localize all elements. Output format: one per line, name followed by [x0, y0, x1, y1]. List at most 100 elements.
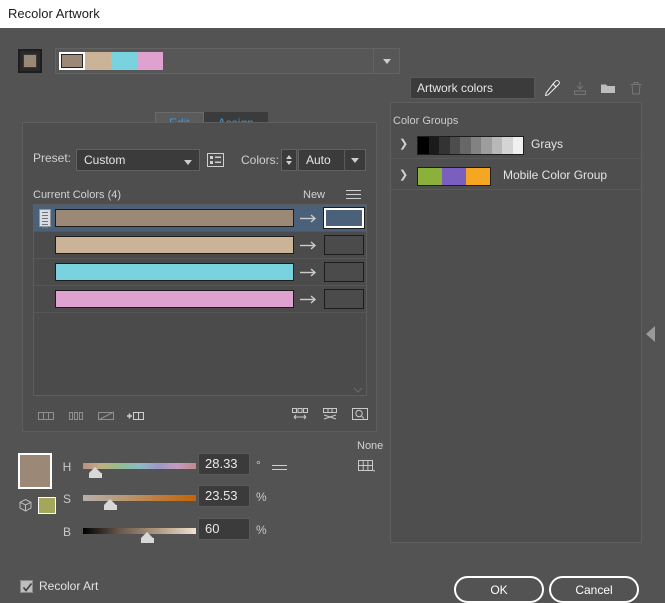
group-swatch[interactable]	[460, 137, 471, 154]
strip-swatch[interactable]	[85, 52, 111, 70]
color-list-icon[interactable]	[206, 151, 225, 169]
group-swatch-strip[interactable]	[417, 136, 524, 155]
hsb-channel-label: B	[62, 525, 71, 539]
color-row[interactable]	[34, 205, 366, 232]
source-color-swatch[interactable]	[55, 209, 294, 227]
new-color-group-icon[interactable]	[598, 78, 618, 98]
chevron-down-icon	[351, 158, 359, 163]
chevron-down-icon	[184, 160, 192, 165]
preset-value: Custom	[84, 153, 126, 167]
hsb-slider-thumb[interactable]	[89, 467, 103, 478]
maps-to-arrow-icon	[300, 241, 318, 250]
hsb-slider-track[interactable]	[83, 528, 196, 534]
delete-icon[interactable]	[626, 78, 646, 98]
group-swatch[interactable]	[418, 137, 429, 154]
color-group-row[interactable]: ❯ Mobile Color Group	[391, 161, 641, 190]
strip-swatch[interactable]	[111, 52, 137, 70]
merge-colors-icon[interactable]	[36, 406, 56, 424]
group-swatch[interactable]	[491, 137, 502, 154]
color-row[interactable]	[34, 286, 366, 313]
group-swatch[interactable]	[428, 137, 439, 154]
recolor-art-checkbox[interactable]	[20, 580, 33, 593]
colors-label: Colors:	[241, 153, 280, 167]
source-color-swatch[interactable]	[55, 236, 294, 254]
add-row-icon[interactable]	[126, 406, 146, 424]
hsb-slider-thumb[interactable]	[141, 532, 155, 543]
hsb-channel-label: H	[62, 460, 72, 474]
active-color-fill	[23, 54, 37, 68]
color-reduction-options-icon[interactable]	[350, 405, 370, 423]
target-color-swatch[interactable]	[324, 262, 364, 282]
secondary-color-swatch[interactable]	[38, 497, 56, 514]
maps-to-arrow-icon	[300, 295, 318, 304]
color-group-tools[interactable]	[542, 78, 646, 98]
current-colors-list[interactable]	[33, 204, 367, 396]
colors-dropdown-button[interactable]	[344, 149, 366, 171]
separate-colors-icon[interactable]	[66, 406, 86, 424]
hsb-menu-icon[interactable]	[272, 465, 287, 473]
stepper-up-icon[interactable]	[286, 155, 292, 159]
randomize-saturation-icon[interactable]	[320, 405, 340, 423]
randomize-order-icon[interactable]	[290, 405, 310, 423]
color-mode-cube-icon[interactable]	[18, 498, 33, 513]
hsb-unit-label: %	[256, 523, 267, 537]
chevron-right-icon[interactable]: ❯	[399, 170, 408, 181]
color-group-row[interactable]: ❯ Grays	[391, 130, 641, 159]
recolor-artwork-dialog: Edit Assign Preset: Custom Colors: Auto …	[0, 28, 665, 603]
strip-swatch[interactable]	[59, 52, 85, 70]
color-row[interactable]	[34, 232, 366, 259]
group-swatch[interactable]	[442, 168, 466, 185]
group-swatch[interactable]	[439, 137, 450, 154]
panel-menu-icon[interactable]	[346, 190, 361, 201]
group-swatch[interactable]	[502, 137, 513, 154]
source-color-swatch[interactable]	[55, 290, 294, 308]
strip-swatch[interactable]	[137, 52, 163, 70]
preset-select[interactable]: Custom	[76, 149, 200, 171]
group-name: Grays	[531, 137, 564, 151]
cancel-button[interactable]: Cancel	[549, 576, 639, 603]
hsb-slider-thumb[interactable]	[104, 499, 118, 510]
color-swatch-grid-icon[interactable]	[357, 458, 377, 474]
exclude-color-icon[interactable]	[96, 406, 116, 424]
chevron-right-icon[interactable]: ❯	[399, 139, 408, 150]
eyedropper-icon[interactable]	[542, 78, 562, 98]
group-swatch-strip[interactable]	[417, 167, 491, 186]
hsb-value-input[interactable]: 60	[198, 518, 250, 540]
active-color-swatch[interactable]	[18, 49, 42, 73]
source-color-swatch[interactable]	[55, 263, 294, 281]
assign-right-tools[interactable]	[290, 405, 370, 423]
group-swatch[interactable]	[481, 137, 492, 154]
collapse-panel-icon[interactable]	[646, 326, 655, 342]
color-row[interactable]	[34, 259, 366, 286]
hsb-value-input[interactable]: 23.53	[198, 485, 250, 507]
hsb-unit-label: °	[256, 458, 261, 472]
color-groups-label: Color Groups	[393, 115, 459, 127]
color-preview-swatch[interactable]	[18, 453, 52, 489]
hsb-value-input[interactable]: 28.33	[198, 453, 250, 475]
row-drag-handle[interactable]	[39, 209, 51, 228]
window-title: Recolor Artwork	[8, 6, 100, 21]
color-group-dropdown-button[interactable]	[373, 49, 399, 73]
color-group-strip-swatches[interactable]	[59, 52, 163, 70]
list-scroll-indicator[interactable]	[353, 383, 363, 393]
target-color-swatch[interactable]	[324, 235, 364, 255]
group-swatch[interactable]	[418, 168, 442, 185]
target-color-swatch[interactable]	[323, 207, 365, 229]
save-swatches-icon[interactable]	[570, 78, 590, 98]
group-swatch[interactable]	[466, 168, 490, 185]
group-swatch[interactable]	[470, 137, 481, 154]
group-swatch[interactable]	[449, 137, 460, 154]
ok-button[interactable]: OK	[454, 576, 544, 603]
new-colors-label: New	[303, 189, 326, 201]
colors-stepper[interactable]	[281, 149, 297, 171]
target-color-swatch[interactable]	[324, 289, 364, 309]
hsb-unit-label: %	[256, 490, 267, 504]
artwork-colors-field[interactable]: Artwork colors	[410, 77, 535, 99]
group-swatch[interactable]	[512, 137, 523, 154]
title-bar: Recolor Artwork	[0, 0, 665, 28]
color-group-strip[interactable]	[55, 48, 400, 74]
hsb-slider-track[interactable]	[83, 495, 196, 501]
maps-to-arrow-icon	[300, 268, 318, 277]
stepper-down-icon[interactable]	[286, 161, 292, 165]
assign-left-tools[interactable]	[36, 406, 146, 424]
